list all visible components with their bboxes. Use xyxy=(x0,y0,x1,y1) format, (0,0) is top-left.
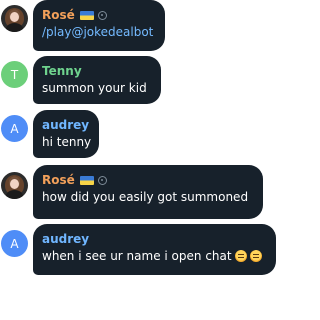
sender-name[interactable]: audrey xyxy=(42,231,89,247)
message-bubble: Rosé how did you easily got summoned xyxy=(33,165,263,219)
sender-name[interactable]: Tenny xyxy=(42,63,82,79)
message-bubble: Tenny summon your kid xyxy=(33,56,161,104)
bot-command-link[interactable]: /play@jokedealbot xyxy=(42,23,155,41)
message-text: how did you easily got summoned xyxy=(42,190,249,204)
ukraine-flag-icon xyxy=(79,10,94,20)
message-text: summon your kid xyxy=(42,81,147,95)
status-icon xyxy=(97,175,107,185)
sender-name[interactable]: Rosé xyxy=(42,7,75,23)
sender-row: Tenny xyxy=(42,63,151,79)
avatar-face xyxy=(10,12,19,22)
rose-avatar[interactable] xyxy=(1,172,28,199)
pensive-face-emoji-icon xyxy=(249,250,262,262)
avatar-face xyxy=(10,179,19,189)
tenny-avatar[interactable]: T xyxy=(1,61,28,88)
avatar-shoulders xyxy=(6,190,23,199)
message-bubble: audrey when i see ur name i open chat xyxy=(33,224,276,275)
avatar-shoulders xyxy=(6,23,23,32)
sender-row: Rosé xyxy=(42,7,155,23)
avatar-letter: A xyxy=(10,121,19,136)
status-icon xyxy=(97,10,107,20)
message-text: when i see ur name i open chat xyxy=(42,249,232,263)
sender-row: audrey xyxy=(42,231,266,247)
sender-row: Rosé xyxy=(42,172,253,188)
message-bubble: Rosé /play@jokedealbot xyxy=(33,0,165,51)
message-text-row: when i see ur name i open chat xyxy=(42,247,266,265)
sender-name[interactable]: Rosé xyxy=(42,172,75,188)
avatar-letter: T xyxy=(10,67,19,82)
sender-row: audrey xyxy=(42,117,89,133)
rose-avatar[interactable] xyxy=(1,5,28,32)
pensive-face-emoji-icon xyxy=(234,250,247,262)
message-bubble: audrey hi tenny xyxy=(33,110,99,158)
sender-name[interactable]: audrey xyxy=(42,117,89,133)
audrey-avatar[interactable]: A xyxy=(1,230,28,257)
avatar-letter: A xyxy=(10,236,19,251)
audrey-avatar[interactable]: A xyxy=(1,115,28,142)
message-text: hi tenny xyxy=(42,135,92,149)
ukraine-flag-icon xyxy=(79,175,94,185)
